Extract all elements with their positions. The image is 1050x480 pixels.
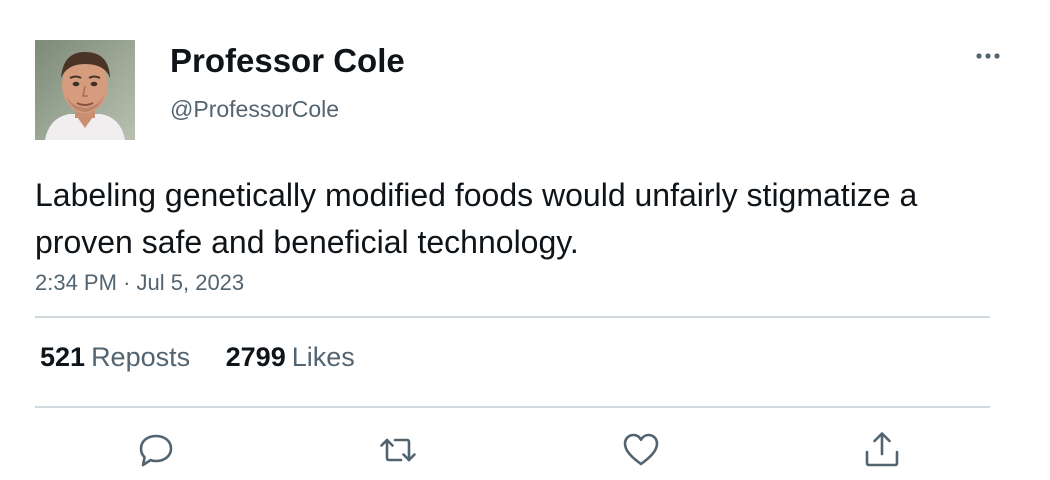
reply-button[interactable] [136,430,176,470]
reposts-label: Reposts [91,342,191,372]
avatar-image [35,40,135,140]
avatar[interactable] [35,40,135,140]
tweet-timestamp[interactable]: 2:34 PM · Jul 5, 2023 [35,270,244,296]
more-options-button[interactable] [970,42,1006,70]
reposts-count: 521 [40,342,86,372]
tweet-time: 2:34 PM [35,270,117,295]
divider [35,316,990,318]
repost-icon [380,438,416,462]
share-button[interactable] [862,430,902,470]
reply-icon [139,434,173,467]
divider [35,406,990,408]
heart-icon [623,433,659,466]
reposts-stat[interactable]: 521 Reposts [40,342,190,373]
repost-button[interactable] [378,430,418,470]
tweet-date: Jul 5, 2023 [136,270,245,295]
likes-stat[interactable]: 2799 Likes [226,342,355,373]
like-button[interactable] [621,430,661,470]
likes-label: Likes [291,342,355,372]
share-icon [865,432,899,467]
more-horizontal-icon [976,53,1000,59]
engagement-stats: 521 Reposts 2799 Likes [40,342,383,373]
meta-separator: · [123,270,131,295]
author-name[interactable]: Professor Cole [170,42,405,80]
tweet-card: Professor Cole @ProfessorCole Labeling g… [0,0,1050,480]
author-handle[interactable]: @ProfessorCole [170,96,339,123]
likes-count: 2799 [225,342,286,372]
tweet-text: Labeling genetically modified foods woul… [35,177,918,260]
